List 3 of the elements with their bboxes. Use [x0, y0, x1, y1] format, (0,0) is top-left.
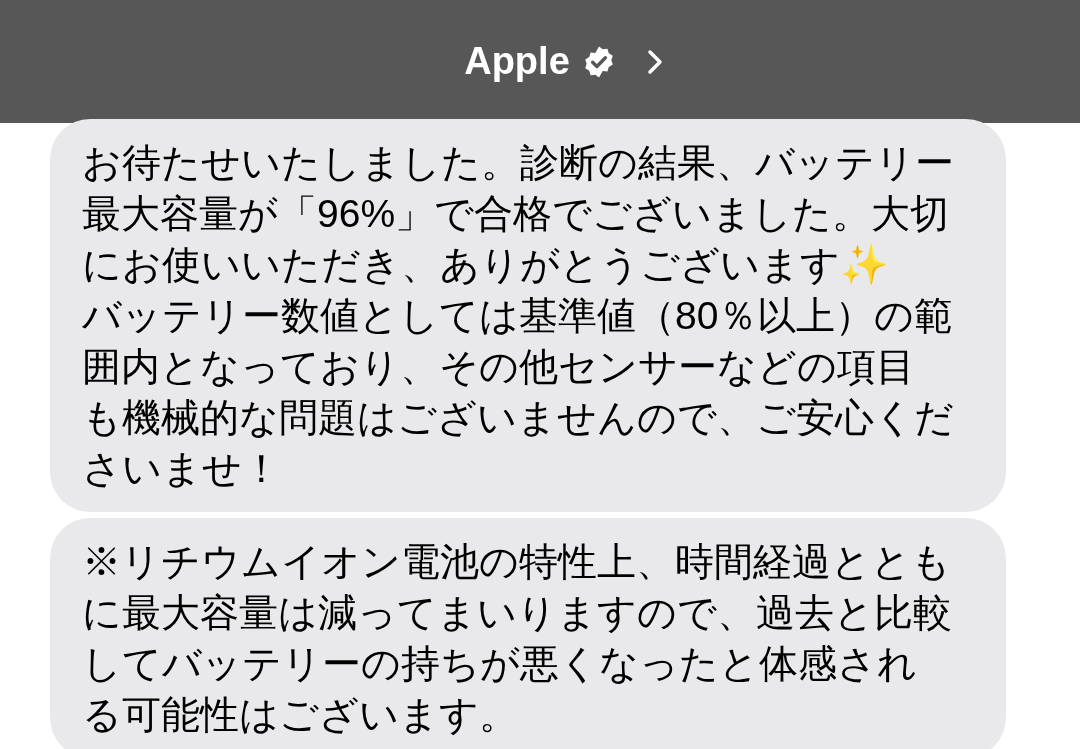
message-bubble: お待たせいたしました。診断の結果、バッテリー最大容量が「96%」で合格でございました。大切にお使いいただき、ありがとうございます✨ バッテリー数値としては基準値（80％以上）の範囲内となっており、その他センサーなどの項目も機械的な問題はございませんので、ご安心くださいませ！	[50, 119, 1006, 512]
message-bubble: ※リチウムイオン電池の特性上、時間経過とともに最大容量は減ってまいりますので、過去と比較してバッテリーの持ちが悪くなったと体感される可能性はございます。	[50, 518, 1006, 749]
contact-name[interactable]: Apple	[464, 33, 570, 90]
